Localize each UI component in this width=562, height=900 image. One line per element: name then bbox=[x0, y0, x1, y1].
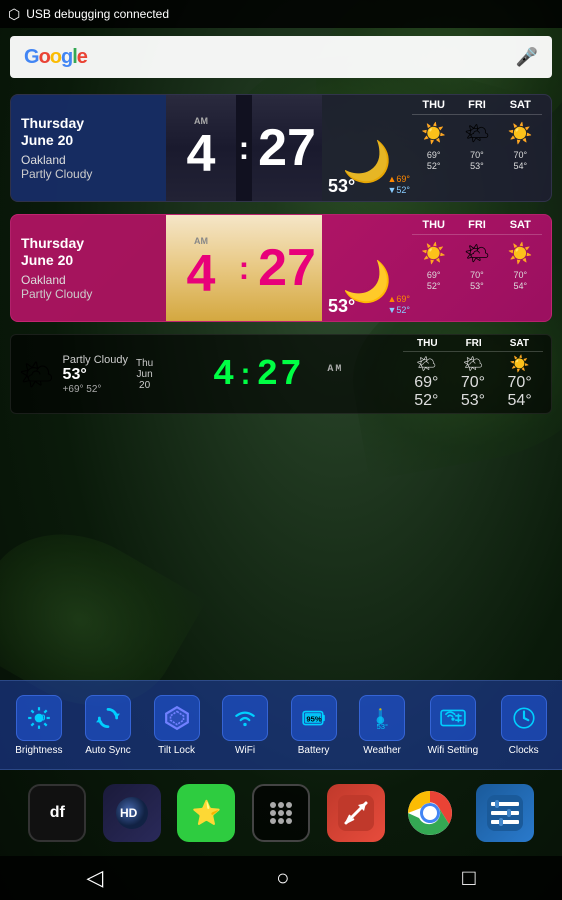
dock-app-rocket[interactable] bbox=[327, 784, 385, 842]
widget1-forecast: THU FRI SAT ☀️ 🌤 ☀️ 69°52° 70°53° 70°54° bbox=[412, 95, 542, 201]
app-dock: df HD ⭐ bbox=[0, 770, 562, 856]
clocks-icon bbox=[511, 705, 537, 731]
widgets-container: Thursday June 20 Oakland Partly Cloudy A… bbox=[0, 86, 562, 422]
toolbar-autosync[interactable]: Auto Sync bbox=[85, 695, 131, 756]
toolbar-wifsetting[interactable]: Wifi Setting bbox=[428, 695, 479, 756]
widget1-minute-block: 27 bbox=[252, 95, 322, 201]
nav-bar: ◁ ○ □ bbox=[0, 856, 562, 900]
rocket-icon bbox=[338, 795, 374, 831]
bottom-toolbar: 10 Brightness Auto Sync bbox=[0, 680, 562, 770]
widget3-clock: 4:27 AM bbox=[161, 354, 395, 395]
dock-app-hd[interactable]: HD bbox=[103, 784, 161, 842]
allapps-icon bbox=[265, 797, 297, 829]
widget2-divider: : bbox=[236, 215, 252, 321]
usb-icon: ⬡ bbox=[8, 6, 20, 23]
clocks-icon-wrap bbox=[501, 695, 547, 741]
toolbar-tiltlock[interactable]: Tilt Lock bbox=[154, 695, 200, 756]
toolbar-weather[interactable]: 53° Weather bbox=[359, 695, 405, 756]
toolbar-wifi[interactable]: WiFi bbox=[222, 695, 268, 756]
wifsetting-icon bbox=[440, 705, 466, 731]
widget1-city: Oakland bbox=[21, 153, 156, 167]
status-bar-text: USB debugging connected bbox=[26, 7, 169, 21]
autosync-icon-wrap bbox=[85, 695, 131, 741]
wifi-label: WiFi bbox=[235, 745, 255, 756]
widget1-desc: Partly Cloudy bbox=[21, 167, 156, 181]
weather-widget-pink[interactable]: Thursday June 20 Oakland Partly Cloudy A… bbox=[10, 214, 552, 322]
widget3-minute: 27 bbox=[256, 354, 303, 395]
battery-label: Battery bbox=[298, 745, 330, 756]
autosync-icon bbox=[95, 705, 121, 731]
widget3-info: Partly Cloudy 53° +69° 52° bbox=[63, 354, 128, 395]
svg-text:HD: HD bbox=[120, 806, 138, 820]
weather-icon-wrap: 53° bbox=[359, 695, 405, 741]
toolbar-clocks[interactable]: Clocks bbox=[501, 695, 547, 756]
toolbar-brightness[interactable]: 10 Brightness bbox=[15, 695, 62, 756]
dock-allapps[interactable] bbox=[252, 784, 310, 842]
widget2-day: Thursday June 20 bbox=[21, 235, 156, 269]
status-bar: ⬡ USB debugging connected bbox=[0, 0, 562, 28]
brightness-icon: 10 bbox=[26, 705, 52, 731]
search-bar[interactable]: Google 🎤 bbox=[10, 36, 552, 78]
dock-df-label: df bbox=[50, 804, 65, 822]
widget2-hour-block: AM 4 bbox=[166, 215, 236, 321]
dock-app-df[interactable]: df bbox=[28, 784, 86, 842]
google-logo: Google bbox=[24, 46, 87, 69]
widget2-left: Thursday June 20 Oakland Partly Cloudy bbox=[11, 215, 166, 321]
wifi-icon-wrap bbox=[222, 695, 268, 741]
widget2-minute-block: 27 bbox=[252, 215, 322, 321]
widget1-divider: : bbox=[236, 95, 252, 201]
widget3-icon: 🌤 bbox=[19, 358, 55, 391]
battery-icon-wrap: 95% bbox=[291, 695, 337, 741]
wifsetting-icon-wrap bbox=[430, 695, 476, 741]
widget1-weather-temp: 🌙 53° ▲69° ▼52° bbox=[322, 95, 412, 201]
dock-app-chrome[interactable] bbox=[401, 784, 459, 842]
widget1-left: Thursday June 20 Oakland Partly Cloudy bbox=[11, 95, 166, 201]
svg-text:10: 10 bbox=[36, 712, 46, 722]
weather-widget-small[interactable]: 🌤 Partly Cloudy 53° +69° 52° Thu Jun 20 … bbox=[10, 334, 552, 414]
widget2-city: Oakland bbox=[21, 273, 156, 287]
chrome-icon bbox=[406, 789, 454, 837]
mic-icon[interactable]: 🎤 bbox=[516, 47, 538, 68]
widget3-hour: 4 bbox=[213, 354, 237, 395]
weather-toolbar-icon: 53° bbox=[369, 705, 395, 731]
tiltlock-icon-wrap bbox=[154, 695, 200, 741]
weather-label: Weather bbox=[363, 745, 401, 756]
svg-text:53°: 53° bbox=[377, 721, 388, 730]
back-button[interactable]: ◁ bbox=[66, 857, 123, 899]
brightness-label: Brightness bbox=[15, 745, 62, 756]
toolbar-battery[interactable]: 95% Battery bbox=[291, 695, 337, 756]
widget2-desc: Partly Cloudy bbox=[21, 287, 156, 301]
wifi-icon bbox=[232, 705, 258, 731]
hd-icon: HD bbox=[114, 795, 150, 831]
star-icon: ⭐ bbox=[191, 799, 221, 828]
clocks-label: Clocks bbox=[509, 745, 539, 756]
svg-text:95%: 95% bbox=[306, 714, 321, 723]
widget2-forecast: THU FRI SAT ☀️ 🌤 ☀️ 69°52° 70°53° 70°54° bbox=[412, 215, 542, 321]
dock-app-settings[interactable] bbox=[476, 784, 534, 842]
wifsetting-label: Wifi Setting bbox=[428, 745, 479, 756]
widget1-day: Thursday June 20 bbox=[21, 115, 156, 149]
dock-app-star[interactable]: ⭐ bbox=[177, 784, 235, 842]
settings-icon bbox=[487, 795, 523, 831]
widget1-hour-block: AM 4 bbox=[166, 95, 236, 201]
tiltlock-label: Tilt Lock bbox=[158, 745, 195, 756]
widget3-date: Thu Jun 20 bbox=[136, 358, 153, 391]
widget3-forecast: THU FRI SAT 🌤69°52° 🌤70°53° ☀️70°54° bbox=[403, 338, 543, 410]
autosync-label: Auto Sync bbox=[85, 745, 131, 756]
battery-icon: 95% bbox=[301, 705, 327, 731]
weather-widget-dark[interactable]: Thursday June 20 Oakland Partly Cloudy A… bbox=[10, 94, 552, 202]
brightness-icon-wrap: 10 bbox=[16, 695, 62, 741]
home-button[interactable]: ○ bbox=[256, 857, 309, 899]
widget2-weather-temp: 🌙 53° ▲69° ▼52° bbox=[322, 215, 412, 321]
tiltlock-icon bbox=[164, 705, 190, 731]
recent-button[interactable]: □ bbox=[442, 857, 495, 899]
